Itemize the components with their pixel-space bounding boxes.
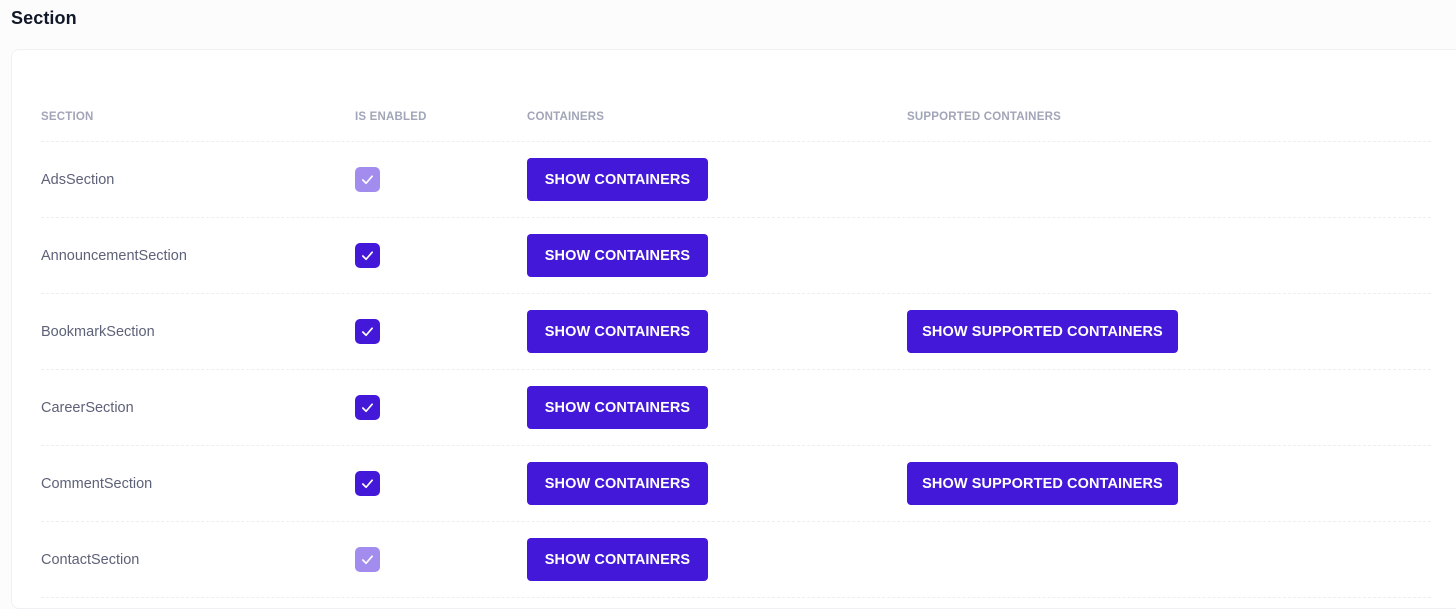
section-name: BookmarkSection [41, 324, 155, 340]
show-containers-button[interactable]: SHOW CONTAINERS [527, 234, 708, 277]
show-supported-containers-button[interactable]: SHOW SUPPORTED CONTAINERS [907, 310, 1178, 353]
is-enabled-checkbox[interactable] [355, 395, 380, 420]
show-containers-button[interactable]: SHOW CONTAINERS [527, 310, 708, 353]
table-row: CommentSection SHOW CONTAINERS SHOW SUPP… [41, 446, 1431, 522]
show-containers-button[interactable]: SHOW CONTAINERS [527, 538, 708, 581]
check-icon [361, 479, 374, 489]
sections-card: SECTION IS ENABLED CONTAINERS SUPPORTED … [11, 49, 1456, 609]
check-icon [361, 327, 374, 337]
section-name: CommentSection [41, 476, 153, 492]
table-row: BookmarkSection SHOW CONTAINERS SHOW SUP… [41, 294, 1431, 370]
show-supported-containers-button[interactable]: SHOW SUPPORTED CONTAINERS [907, 462, 1178, 505]
table-row: AnnouncementSection SHOW CONTAINERS [41, 218, 1431, 294]
table-row: CareerSection SHOW CONTAINERS [41, 370, 1431, 446]
section-name: CareerSection [41, 400, 134, 416]
is-enabled-checkbox[interactable] [355, 471, 380, 496]
table-row: AdsSection SHOW CONTAINERS [41, 142, 1431, 218]
section-name: AnnouncementSection [41, 248, 187, 264]
page-title: Section [11, 8, 77, 28]
column-header-containers: CONTAINERS [527, 111, 605, 123]
show-containers-button[interactable]: SHOW CONTAINERS [527, 386, 708, 429]
section-name: AdsSection [41, 172, 115, 188]
check-icon [361, 403, 374, 413]
is-enabled-checkbox [355, 547, 380, 572]
check-icon [361, 555, 374, 565]
table-row: ContactSection SHOW CONTAINERS [41, 522, 1431, 598]
table-header: SECTION IS ENABLED CONTAINERS SUPPORTED … [41, 50, 1431, 142]
show-containers-button[interactable]: SHOW CONTAINERS [527, 462, 708, 505]
is-enabled-checkbox[interactable] [355, 243, 380, 268]
check-icon [361, 175, 374, 185]
is-enabled-checkbox[interactable] [355, 319, 380, 344]
column-header-section: SECTION [41, 111, 94, 123]
column-header-supported-containers: SUPPORTED CONTAINERS [907, 111, 1061, 123]
sections-table: SECTION IS ENABLED CONTAINERS SUPPORTED … [41, 50, 1431, 598]
section-name: ContactSection [41, 552, 140, 568]
is-enabled-checkbox [355, 167, 380, 192]
column-header-is-enabled: IS ENABLED [355, 111, 427, 123]
check-icon [361, 251, 374, 261]
show-containers-button[interactable]: SHOW CONTAINERS [527, 158, 708, 201]
